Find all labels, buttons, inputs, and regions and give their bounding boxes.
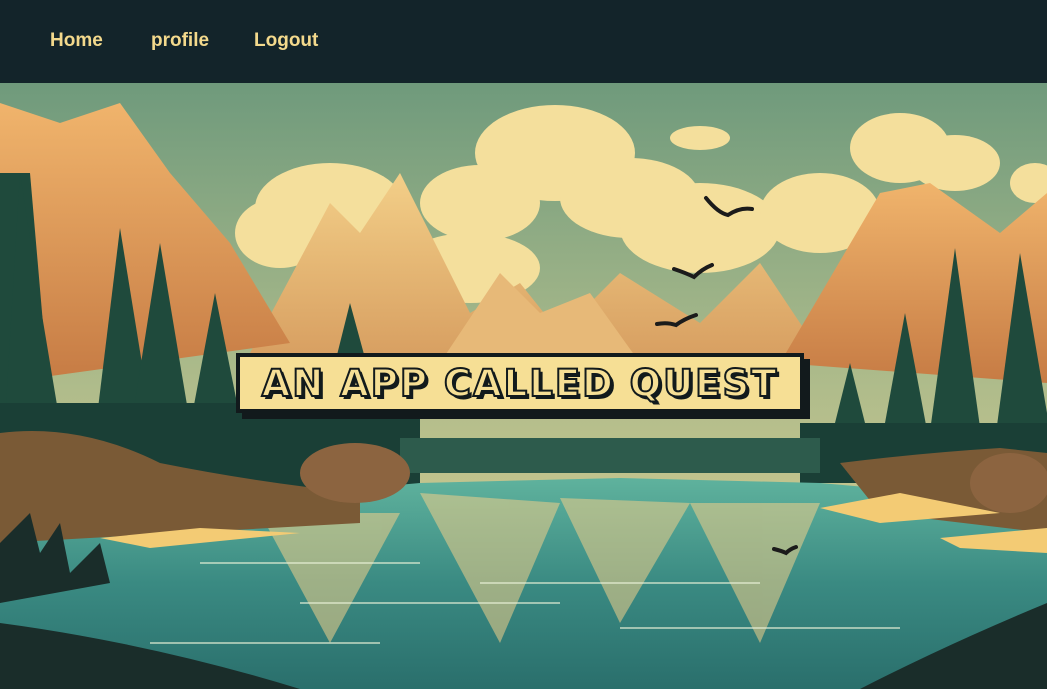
nav-link-home[interactable]: Home	[50, 30, 103, 52]
distant-treeline	[400, 438, 820, 473]
top-navbar: Home profile Logout	[0, 0, 1047, 83]
nav-link-logout[interactable]: Logout	[254, 30, 318, 52]
app-title-banner: AN APP CALLED QUEST	[236, 353, 804, 413]
hero-section: AN APP CALLED QUEST	[0, 83, 1047, 689]
app-title: AN APP CALLED QUEST	[261, 361, 779, 406]
nav-link-profile[interactable]: profile	[151, 30, 209, 52]
